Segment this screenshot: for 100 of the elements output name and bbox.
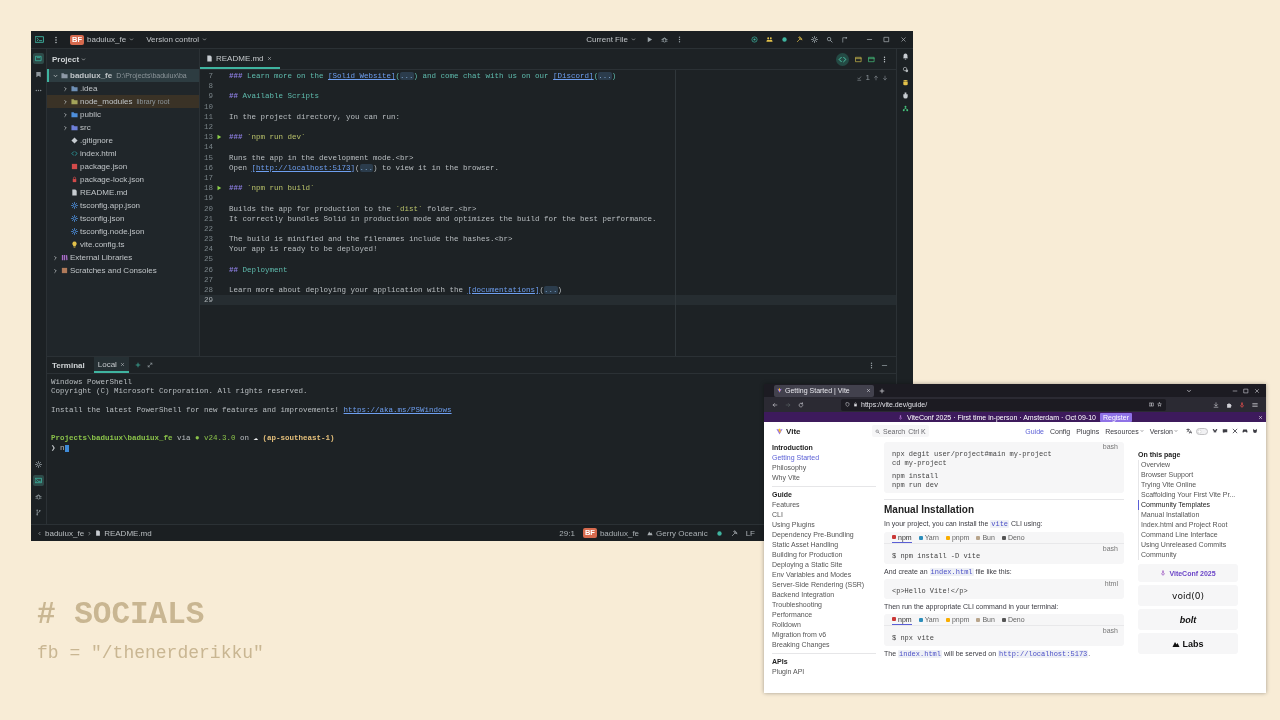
plus-icon[interactable] — [879, 387, 885, 394]
section-heading: Manual Installation — [884, 504, 975, 516]
branch-icon[interactable] — [33, 507, 44, 518]
close-icon[interactable] — [900, 36, 907, 43]
flag-icon[interactable] — [841, 36, 848, 43]
window-icon[interactable] — [868, 55, 875, 63]
tree-item[interactable]: src — [47, 121, 199, 134]
tree-item[interactable]: package.json — [47, 160, 199, 173]
window-icon[interactable] — [855, 55, 862, 63]
tree-item[interactable]: .idea — [47, 82, 199, 95]
chevron-down-icon[interactable] — [1186, 387, 1192, 394]
cross-icon[interactable] — [1232, 428, 1238, 434]
bookmark-icon[interactable] — [33, 69, 44, 80]
people-icon[interactable] — [766, 36, 773, 43]
star-icon[interactable] — [1157, 402, 1162, 407]
close-icon[interactable] — [1254, 387, 1260, 394]
tree-item[interactable]: Scratches and Consoles — [47, 264, 199, 277]
search-icon — [875, 428, 880, 434]
tree-item[interactable]: External Libraries — [47, 251, 199, 264]
arrow-up-icon[interactable] — [873, 74, 879, 81]
project-name[interactable]: baduiux_fe — [599, 528, 640, 538]
target-icon[interactable] — [751, 36, 758, 43]
database-icon[interactable] — [901, 79, 909, 86]
shield-icon — [845, 402, 850, 407]
theme-icon — [647, 530, 654, 536]
close-icon[interactable] — [119, 361, 125, 367]
microphone-icon — [1160, 570, 1167, 576]
breadcrumb-item[interactable]: README.md — [104, 528, 152, 538]
more-icon[interactable] — [881, 55, 888, 63]
gear-icon[interactable] — [33, 459, 44, 470]
close-icon[interactable] — [266, 55, 272, 61]
tree-item[interactable]: package-lock.json — [47, 173, 199, 186]
run-icon[interactable] — [216, 185, 222, 192]
reload-icon[interactable] — [798, 401, 804, 408]
arrow-down-icon[interactable] — [882, 74, 888, 81]
socials-handle: fb = "/thenerderikku" — [37, 642, 264, 665]
chat-bubble-icon[interactable] — [1222, 428, 1228, 434]
bell-icon[interactable] — [901, 53, 909, 60]
search-icon[interactable] — [826, 36, 833, 43]
menu-icon[interactable] — [52, 35, 60, 44]
butterfly-icon[interactable] — [1212, 428, 1218, 434]
theme-name[interactable]: Gerry Oceanic — [656, 528, 708, 538]
bug-icon[interactable] — [33, 491, 44, 502]
breadcrumb-item[interactable]: baduiux_fe — [45, 528, 85, 538]
menu-icon[interactable] — [1252, 401, 1258, 408]
check-icon — [856, 74, 863, 81]
reader-view-icon[interactable] — [1149, 402, 1154, 407]
logo-icon — [776, 427, 783, 435]
sponsor-card[interactable]: void(0) — [1138, 585, 1238, 606]
lightbulb-icon — [71, 241, 78, 248]
more-icon[interactable] — [676, 36, 683, 43]
tree-item[interactable]: tsconfig.node.json — [47, 225, 199, 238]
chevron-down-icon — [202, 37, 208, 42]
favicon-icon — [777, 388, 782, 393]
run-config-selector[interactable]: Current File — [584, 34, 638, 45]
cat-icon[interactable] — [1252, 428, 1258, 434]
tree-item[interactable]: index.html — [47, 147, 199, 160]
puzzle-icon[interactable] — [1226, 401, 1232, 408]
more-icon[interactable] — [868, 361, 875, 369]
tree-item[interactable]: tsconfig.json — [47, 212, 199, 225]
maximize-icon[interactable] — [883, 36, 890, 43]
sponsor-card[interactable]: Labs — [1138, 633, 1238, 654]
plus-icon[interactable] — [134, 362, 141, 368]
bug-icon[interactable] — [661, 36, 668, 43]
tree-item[interactable]: public — [47, 108, 199, 121]
site-logo[interactable]: Vite — [786, 426, 801, 436]
language-icon[interactable] — [1186, 428, 1192, 434]
run-icon[interactable] — [646, 36, 653, 43]
lock-icon — [71, 176, 78, 183]
back-icon[interactable] — [772, 401, 778, 408]
theme-toggle[interactable] — [1196, 427, 1208, 435]
download-icon[interactable] — [1213, 401, 1219, 408]
project-icon[interactable] — [33, 53, 44, 64]
editor-tab[interactable]: README.md — [200, 49, 280, 69]
dot-icon[interactable] — [781, 36, 788, 43]
hammer-icon[interactable] — [796, 36, 803, 43]
run-icon[interactable] — [216, 134, 222, 141]
tree-item[interactable]: README.md — [47, 186, 199, 199]
code-icon[interactable] — [836, 52, 849, 66]
cursor-position[interactable]: 29:1 — [559, 528, 575, 538]
terminal-icon[interactable] — [33, 475, 44, 486]
structure-icon[interactable] — [901, 105, 909, 112]
expand-icon[interactable] — [146, 362, 153, 368]
terminal-tab[interactable]: Local — [93, 357, 129, 373]
tree-item[interactable]: tsconfig.app.json — [47, 199, 199, 212]
maximize-icon[interactable] — [1243, 387, 1249, 394]
inspection-count: 1 — [865, 73, 870, 82]
gear-icon — [71, 202, 78, 209]
sponsor-card[interactable]: bolt — [1138, 609, 1238, 630]
line-separator[interactable]: LF — [745, 528, 755, 538]
lock-icon — [853, 402, 858, 407]
file-icon — [95, 530, 102, 536]
controller-icon[interactable] — [1242, 428, 1248, 434]
gear-icon[interactable] — [811, 36, 818, 43]
vcs-selector[interactable]: Version control — [144, 34, 210, 45]
socials-heading: # SOCIALS — [37, 596, 206, 634]
tree-item[interactable]: .gitignore — [47, 134, 199, 147]
tree-item[interactable]: vite.config.ts — [47, 238, 199, 251]
minimize-icon[interactable] — [866, 36, 873, 43]
panel-title[interactable]: Project — [52, 54, 87, 64]
